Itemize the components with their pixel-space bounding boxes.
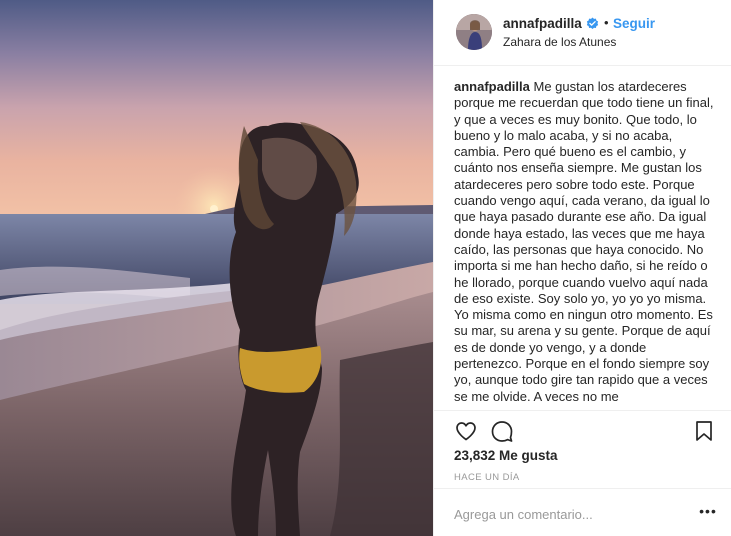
beach-sunset-photo [0,0,433,536]
instagram-post: annafpadilla • Seguir Zahara de los Atun… [0,0,731,536]
avatar-image [456,14,492,50]
more-options-icon[interactable]: ••• [698,503,718,519]
avatar[interactable] [456,14,492,50]
follow-button[interactable]: Seguir [613,16,655,31]
location-link[interactable]: Zahara de los Atunes [503,35,616,49]
post-photo[interactable] [0,0,433,536]
verified-badge-icon [586,17,599,30]
likes-count[interactable]: 23,832 Me gusta [454,448,558,463]
separator-dot: • [604,15,609,30]
post-header: annafpadilla • Seguir Zahara de los Atun… [434,0,731,66]
bookmark-icon[interactable] [692,419,716,443]
username-link[interactable]: annafpadilla [503,16,582,31]
caption-text: Me gustan los atardeceres porque me recu… [454,79,714,404]
post-timestamp[interactable]: HACE UN DÍA [454,472,520,483]
heart-icon[interactable] [454,419,478,443]
caption-username-link[interactable]: annafpadilla [454,79,530,94]
post-caption: annafpadilla Me gustan los atardeceres p… [454,79,716,409]
comment-bubble-icon[interactable] [490,419,514,443]
comment-input[interactable] [454,505,684,523]
comment-bar: ••• [434,488,731,536]
post-side-panel: annafpadilla • Seguir Zahara de los Atun… [433,0,731,536]
